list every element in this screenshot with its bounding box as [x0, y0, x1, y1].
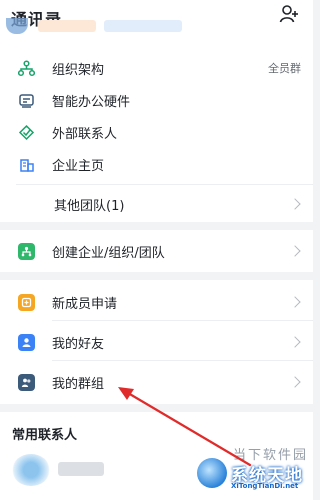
watermark: 当下软件园 系统天地 XiTongTianDi.net [197, 444, 309, 494]
watermark-logo-icon [197, 458, 227, 488]
external-contact-icon [18, 124, 35, 141]
menu-item-my-groups[interactable]: 我的群组 [0, 366, 313, 398]
menu-item-label: 我的好友 [52, 336, 105, 352]
chevron-right-icon [289, 296, 301, 308]
menu-item-company-home[interactable]: 企业主页 [0, 148, 313, 180]
create-org-icon [18, 242, 35, 260]
org-tree-icon [18, 59, 35, 77]
new-member-icon [18, 293, 35, 311]
org-tag [38, 20, 96, 32]
menu-item-label: 企业主页 [52, 158, 105, 174]
chevron-right-icon [289, 198, 301, 210]
watermark-url-text: XiTongTianDi.net [231, 482, 299, 490]
menu-item-label: 其他团队(1) [54, 198, 125, 214]
menu-item-label: 外部联系人 [52, 126, 118, 142]
divider [52, 320, 313, 321]
company-home-icon [18, 156, 35, 173]
chevron-right-icon [289, 245, 301, 257]
menu-item-label: 我的群组 [52, 376, 105, 392]
menu-item-label: 组织架构 [52, 62, 105, 78]
menu-item-org-structure[interactable]: 组织架构 全员群 [0, 52, 313, 84]
header-bar: 通讯录 [0, 0, 313, 44]
my-friends-icon [18, 333, 35, 351]
menu-item-label: 智能办公硬件 [52, 94, 131, 110]
divider [16, 184, 313, 185]
smart-hardware-icon [18, 92, 35, 109]
chevron-right-icon [289, 336, 301, 348]
org-avatar [6, 18, 28, 34]
friends-section: 新成员申请 我的好友 我的群组 [0, 280, 313, 404]
create-org-section: 创建企业/组织/团队 [0, 230, 313, 272]
menu-item-external-contacts[interactable]: 外部联系人 [0, 116, 313, 148]
my-groups-icon [18, 373, 35, 391]
chevron-right-icon [289, 376, 301, 388]
contact-name[interactable] [58, 462, 104, 476]
all-staff-group-link[interactable]: 全员群 [268, 60, 301, 76]
menu-item-create-org[interactable]: 创建企业/组织/团队 [0, 235, 313, 267]
menu-item-smart-hardware[interactable]: 智能办公硬件 [0, 84, 313, 116]
org-switch-strip[interactable] [0, 16, 313, 38]
divider [52, 360, 313, 361]
menu-item-label: 创建企业/组织/团队 [52, 245, 165, 261]
menu-item-label: 新成员申请 [52, 296, 118, 312]
section-heading: 常用联系人 [12, 428, 78, 443]
menu-item-new-member-requests[interactable]: 新成员申请 [0, 286, 313, 318]
avatar[interactable] [12, 454, 50, 486]
menu-item-my-friends[interactable]: 我的好友 [0, 326, 313, 358]
menu-item-other-teams[interactable]: 其他团队(1) [0, 188, 313, 220]
org-menu-section: 组织架构 全员群 智能办公硬件 外部联系人 企业主页 其他团队(1) [0, 44, 313, 222]
org-tag [104, 20, 182, 32]
